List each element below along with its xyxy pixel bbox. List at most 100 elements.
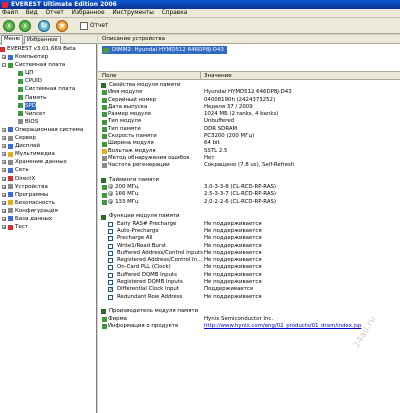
property-row[interactable]: Вольтаж модуля SSTL 2.5 [98,148,400,155]
property-row[interactable]: Размер модуля 1024 МБ (2 ranks, 4 banks) [98,111,400,118]
tree-item[interactable]: Системная плата [0,85,96,93]
section-header[interactable]: Функции модуля памяти [98,213,400,220]
property-field: Частота регенерации [108,162,170,169]
product-link[interactable]: http://www.hynix.com/eng/02_products/01_… [204,323,361,330]
property-row[interactable]: ✓ Differential Clock Input Поддерживается [98,286,400,293]
tree-item[interactable]: + Хранение данных [0,158,96,166]
property-row[interactable]: Auto-Precharge Не поддерживается [98,228,400,235]
property-field: Buffered DQMB Inputs [117,271,177,278]
property-row[interactable]: Дата выпуска Неделя 37 / 2009 [98,104,400,111]
expand-icon[interactable]: + [2,136,6,141]
menu-file[interactable]: Файл [2,10,18,16]
unchecked-checkbox-icon [108,294,113,300]
tree-item[interactable]: + Дисплей [0,142,96,150]
tree-item-label: EVEREST v3.01.669 Beta [7,46,76,52]
tree-item[interactable]: Память [0,94,96,102]
tree-item[interactable]: + Конфигурация [0,207,96,215]
property-row[interactable]: Частота регенерации Сокращено (7.8 us), S… [98,162,400,169]
property-row[interactable]: Buffered DQMB Inputs Не поддерживается [98,272,400,279]
expand-icon[interactable]: + [2,160,6,165]
tree-item[interactable]: + База данных [0,215,96,223]
tree-item[interactable]: + Сервер [0,134,96,142]
expand-icon[interactable]: + [2,192,6,197]
tab-favorites[interactable]: Избранное [24,36,61,44]
tree-item[interactable]: + Безопасность [0,199,96,207]
menu-view[interactable]: Вид [26,10,38,16]
selected-device[interactable]: DIMM2: Hyundai HYMD512 646DP8J-D43 [102,46,227,54]
property-value: Сокращено (7.8 us), Self-Refresh [204,162,295,169]
menu-report[interactable]: Отчет [45,10,63,16]
property-row[interactable]: Buffered Address/Control Inputs Не поддер… [98,250,400,257]
unchecked-checkbox-icon [108,221,113,227]
tree-item[interactable]: Чипсет [0,110,96,118]
column-value[interactable]: Значение [204,72,232,80]
property-row[interactable]: @ 133 МГц 2.0-2-2-6 (CL-RCD-RP-RAS) [98,199,400,206]
property-row[interactable]: Скорость памяти PC3200 (200 МГц) [98,133,400,140]
menu-tools[interactable]: Инструменты [112,10,153,16]
expand-icon[interactable]: + [2,200,6,205]
property-row[interactable]: Registered Address/Control In... Не подде… [98,257,400,264]
tree-item[interactable]: ЦП [0,69,96,77]
property-value: Поддерживается [204,286,254,293]
tree-item[interactable]: + Устройства [0,183,96,191]
collapse-icon[interactable]: - [2,63,6,68]
tree-item[interactable]: BIOS [0,118,96,126]
property-row[interactable]: Registered DQMB Inputs Не поддерживается [98,279,400,286]
property-value: Не поддерживается [204,235,262,242]
unchecked-checkbox-icon [108,258,113,264]
tree-item[interactable]: EVEREST v3.01.669 Beta [0,45,96,53]
property-row[interactable]: Write1/Read Burst Не поддерживается [98,243,400,250]
report-button[interactable]: Отчет [80,21,108,31]
refresh-button[interactable]: ↻ [38,20,50,32]
expand-icon[interactable]: + [2,168,6,173]
property-row[interactable]: Precharge All Не поддерживается [98,235,400,242]
property-row[interactable]: On-Card PLL (Clock) Не поддерживается [98,264,400,271]
property-row[interactable]: Тип модуля Unbuffered [98,118,400,125]
property-row[interactable]: Имя модуля Hyundai HYMD512 646DP8J-D43 [98,89,400,96]
property-row[interactable]: Early RAS# Precharge Не поддерживается [98,221,400,228]
property-row[interactable]: Информация о продукте http://www.hynix.co… [98,323,400,330]
expand-icon[interactable]: + [2,184,6,189]
tree-item[interactable]: CPUID [0,77,96,85]
forward-button[interactable]: › [19,20,31,32]
tree-item[interactable]: SPD [0,101,96,110]
property-row[interactable]: Серийный номер 04008190h (2424373252) [98,97,400,104]
tree-item[interactable]: + Тест [0,223,96,231]
tree-item[interactable]: + Операционная система [0,126,96,134]
section-header[interactable]: Тайминги памяти [98,177,400,184]
section-header[interactable]: Производитель модуля памяти [98,308,400,315]
back-button[interactable]: ‹ [3,20,15,32]
tree-item[interactable]: - Системная плата [0,61,96,69]
tree-item[interactable]: + Программы [0,191,96,199]
expand-icon[interactable]: + [2,55,6,60]
column-field[interactable]: Поле [102,72,116,80]
tree-item[interactable]: + Компьютер [0,53,96,61]
tree-item[interactable]: + DirectX [0,175,96,183]
property-row[interactable]: Redundant Row Address Не поддерживается [98,294,400,301]
expand-icon[interactable]: + [2,152,6,157]
expand-icon[interactable]: + [2,216,6,221]
property-row[interactable]: Фирма Hynix Semiconductor Inc. [98,316,400,323]
section-header[interactable]: Свойства модуля памяти [98,82,400,89]
menu-favorites[interactable]: Избранное [72,10,105,16]
column-separator[interactable] [200,72,201,80]
expand-icon[interactable]: + [2,208,6,213]
property-row[interactable]: Тип памяти DDR SDRAM [98,126,400,133]
expand-icon[interactable]: + [2,144,6,149]
property-row[interactable]: @ 166 МГц 2.5-3-3-7 (CL-RCD-RP-RAS) [98,191,400,198]
tree-item[interactable]: + Мультимедиа [0,150,96,158]
tab-menu[interactable]: Меню [1,35,24,45]
property-row[interactable]: @ 200 МГц 3.0-3-3-8 (CL-RCD-RP-RAS) [98,184,400,191]
expand-icon[interactable]: + [2,176,6,181]
expand-icon[interactable]: + [2,127,6,132]
spd-icon [18,103,23,109]
checked-checkbox-icon: ✓ [108,287,114,294]
favorites-button[interactable]: ★ [56,20,68,32]
title-bar: EVEREST Ultimate Edition 2006 [0,0,400,9]
property-row[interactable]: Метод обнаружения ошибок Нет [98,155,400,162]
property-field: Фирма [108,315,127,322]
expand-icon[interactable]: + [2,225,6,230]
tree-item[interactable]: + Сеть [0,166,96,174]
property-row[interactable]: Ширина модуля 64 bit [98,140,400,147]
menu-help[interactable]: Справка [162,10,188,16]
